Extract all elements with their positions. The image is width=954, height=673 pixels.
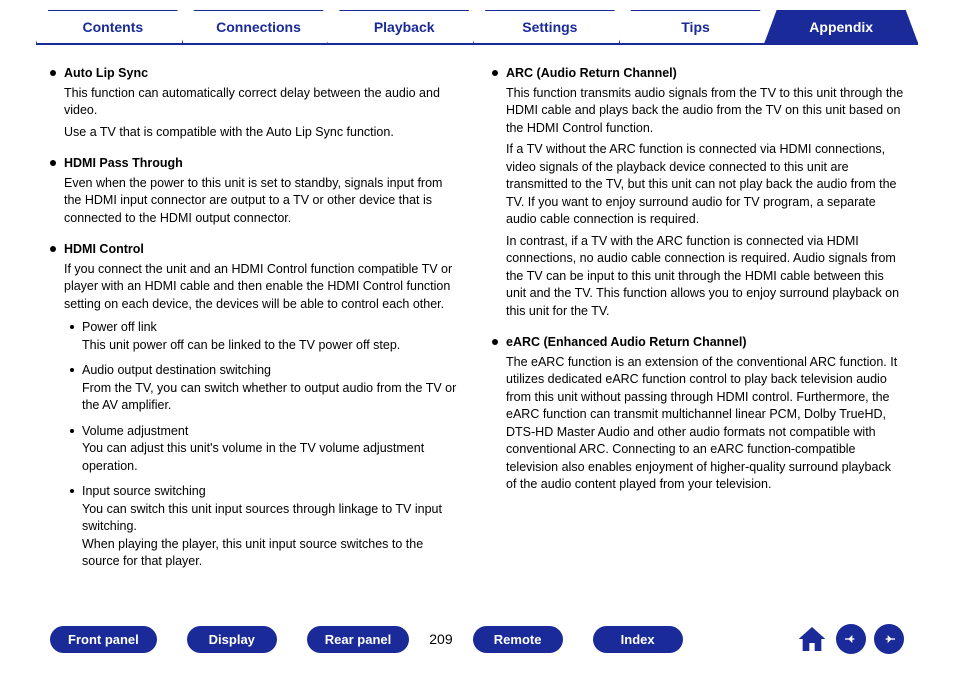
tab-contents[interactable]: Contents: [36, 10, 190, 43]
item-title: ARC (Audio Return Channel): [506, 65, 904, 83]
item-hdmi-pass-through: HDMI Pass Through Even when the power to…: [50, 155, 462, 227]
sub-body: When playing the player, this unit input…: [82, 537, 423, 569]
content-area: Auto Lip Sync This function can automati…: [0, 45, 954, 595]
rear-panel-button[interactable]: Rear panel: [307, 626, 409, 653]
footer: Front panel Display Rear panel 209 Remot…: [0, 623, 954, 655]
page-number: 209: [429, 631, 452, 647]
item-body: This function can automatically correct …: [64, 85, 462, 142]
index-button[interactable]: Index: [593, 626, 683, 653]
item-arc: ARC (Audio Return Channel) This function…: [492, 65, 904, 320]
display-button[interactable]: Display: [187, 626, 277, 653]
sub-body: This unit power off can be linked to the…: [82, 338, 400, 352]
footer-buttons-left: Front panel Display Rear panel: [50, 626, 409, 653]
body-text: This function can automatically correct …: [64, 85, 462, 120]
sub-item-audio-output-switching: Audio output destination switching From …: [70, 362, 462, 415]
item-hdmi-control: HDMI Control If you connect the unit and…: [50, 241, 462, 571]
sublist: Power off link This unit power off can b…: [70, 319, 462, 571]
left-column: Auto Lip Sync This function can automati…: [50, 65, 462, 585]
next-page-button[interactable]: [874, 624, 904, 654]
body-text: Even when the power to this unit is set …: [64, 175, 462, 228]
item-auto-lip-sync: Auto Lip Sync This function can automati…: [50, 65, 462, 141]
item-body: This function transmits audio signals fr…: [506, 85, 904, 321]
prev-page-button[interactable]: [836, 624, 866, 654]
tab-settings[interactable]: Settings: [473, 10, 627, 43]
body-text: If you connect the unit and an HDMI Cont…: [64, 261, 462, 314]
tab-tips[interactable]: Tips: [619, 10, 773, 43]
sub-title: Volume adjustment: [82, 423, 462, 441]
tab-connections[interactable]: Connections: [182, 10, 336, 43]
sub-body: You can adjust this unit's volume in the…: [82, 441, 424, 473]
sub-body: You can switch this unit input sources t…: [82, 502, 442, 534]
item-body: The eARC function is an extension of the…: [506, 354, 904, 494]
body-text: In contrast, if a TV with the ARC functi…: [506, 233, 904, 321]
sub-item-input-source-switching: Input source switching You can switch th…: [70, 483, 462, 571]
home-icon[interactable]: [796, 623, 828, 655]
item-body: Even when the power to this unit is set …: [64, 175, 462, 228]
top-tabs: Contents Connections Playback Settings T…: [0, 0, 954, 43]
item-body: If you connect the unit and an HDMI Cont…: [64, 261, 462, 571]
sub-item-volume-adjustment: Volume adjustment You can adjust this un…: [70, 423, 462, 476]
item-title: HDMI Control: [64, 241, 462, 259]
item-title: eARC (Enhanced Audio Return Channel): [506, 334, 904, 352]
item-earc: eARC (Enhanced Audio Return Channel) The…: [492, 334, 904, 494]
nav-icons: [796, 623, 904, 655]
sub-item-power-off-link: Power off link This unit power off can b…: [70, 319, 462, 354]
footer-buttons-right: Remote Index: [473, 626, 683, 653]
sub-title: Input source switching: [82, 483, 462, 501]
body-text: This function transmits audio signals fr…: [506, 85, 904, 138]
remote-button[interactable]: Remote: [473, 626, 563, 653]
body-text: The eARC function is an extension of the…: [506, 354, 904, 494]
tab-playback[interactable]: Playback: [327, 10, 481, 43]
item-title: HDMI Pass Through: [64, 155, 462, 173]
body-text: If a TV without the ARC function is conn…: [506, 141, 904, 229]
body-text: Use a TV that is compatible with the Aut…: [64, 124, 462, 142]
sub-title: Audio output destination switching: [82, 362, 462, 380]
sub-body: From the TV, you can switch whether to o…: [82, 381, 456, 413]
right-column: ARC (Audio Return Channel) This function…: [492, 65, 904, 585]
tab-appendix[interactable]: Appendix: [764, 10, 918, 43]
item-title: Auto Lip Sync: [64, 65, 462, 83]
front-panel-button[interactable]: Front panel: [50, 626, 157, 653]
sub-title: Power off link: [82, 319, 462, 337]
